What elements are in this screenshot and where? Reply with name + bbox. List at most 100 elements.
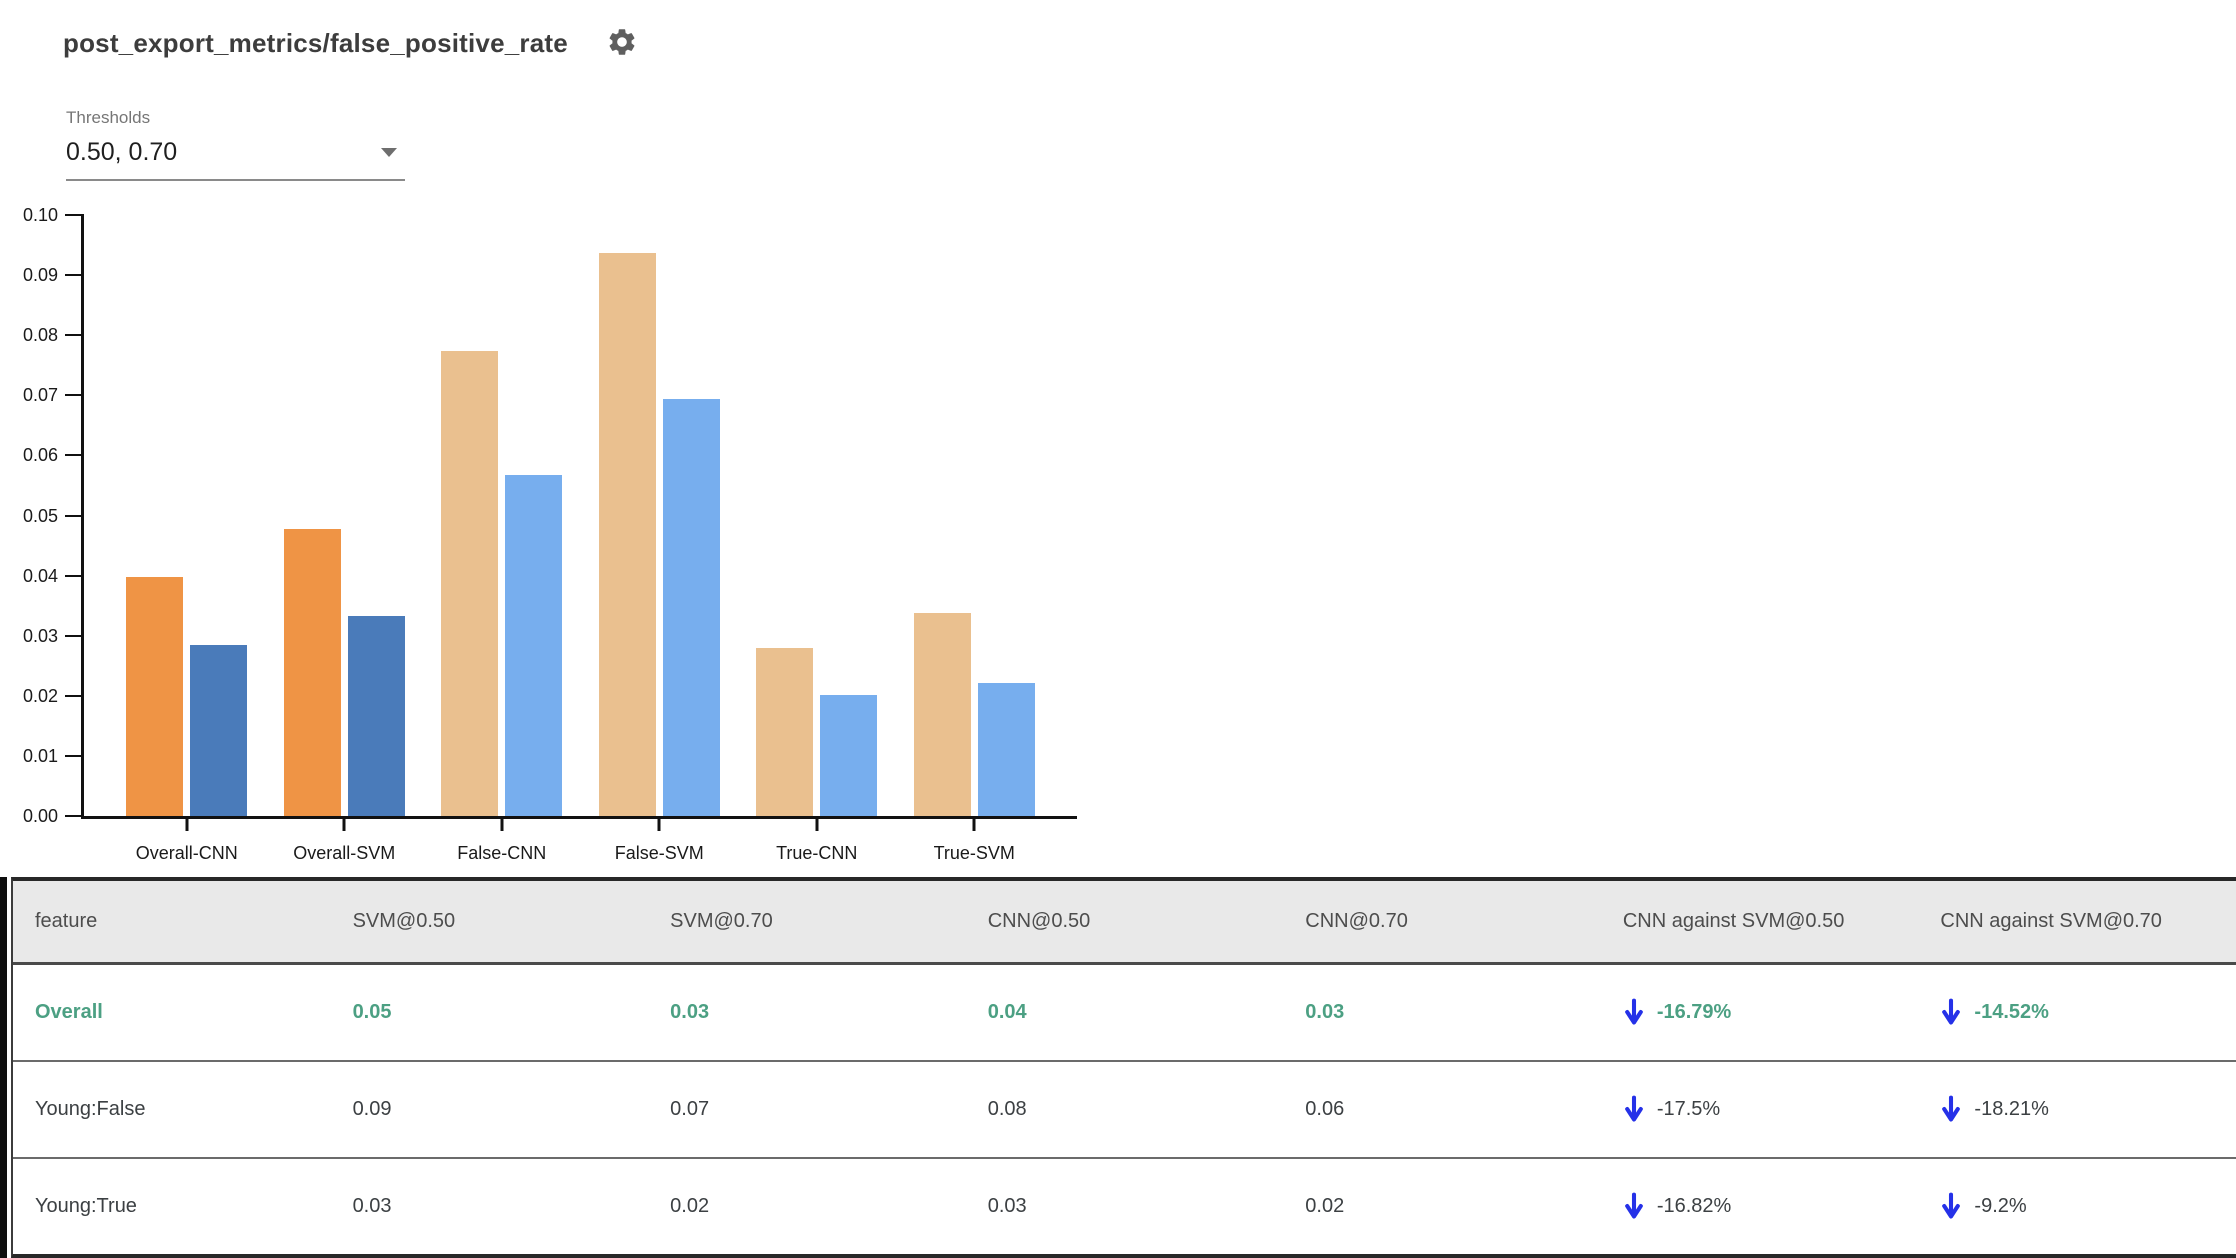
page-title: post_export_metrics/false_positive_rate [63,28,568,58]
bar-true-cnn-threshold-0.50 [756,648,814,816]
bar-group-true-cnn: True-CNN [738,215,896,863]
comparison-cell: -17.5% [1601,1095,1919,1124]
y-tick-label: 0.08 [22,325,58,346]
feature-name: Young:True [35,1195,137,1217]
y-tick-label: 0.09 [22,265,58,286]
comparison-cell: -16.79% [1601,998,1919,1027]
y-tick-label: 0.07 [22,385,58,406]
bar-group-true-svm: True-SVM [896,215,1054,863]
thresholds-dropdown[interactable]: Thresholds 0.50, 0.70 [66,108,405,181]
comparison-value: -16.82% [1656,1195,1732,1217]
feature-name: Young:False [35,1098,146,1120]
bar-overall-cnn-threshold-0.70 [190,645,248,816]
gear-icon [606,29,638,61]
metric-value: 0.06 [1305,1098,1345,1120]
bar-group-false-svm: False-SVM [581,215,739,863]
y-tick-label: 0.03 [22,625,58,646]
metric-value: 0.08 [987,1098,1027,1120]
x-axis-tick [657,819,661,831]
bar-group-overall-cnn: Overall-CNN [108,215,266,863]
y-axis-tick [65,574,84,577]
comparison-cell: -9.2% [1918,1192,2236,1221]
y-axis-tick [65,394,84,397]
bar-overall-svm-threshold-0.50 [283,529,341,816]
y-axis-tick [65,514,84,517]
metric-value: 0.05 [352,1001,392,1023]
comparison-value: -18.21% [1974,1098,2049,1120]
comparison-value: -17.5% [1656,1098,1721,1120]
x-axis-tick [815,819,819,831]
bar-overall-cnn-threshold-0.50 [126,577,184,816]
bar-chart: Overall-CNN Overall-SVM False-CNN False-SVM… [23,205,1077,863]
x-tick-label: Overall-CNN [135,843,238,863]
metric-value: 0.03 [352,1195,392,1217]
column-header-svm-050: SVM@0.50 [352,910,456,932]
comparison-cell: -14.52% [1918,998,2236,1027]
bar-false-cnn-threshold-0.50 [441,351,499,816]
down-arrow-icon [1623,1095,1645,1124]
table-row-young-false: Young:False 0.09 0.07 0.08 0.06 -17.5% -… [13,1060,2236,1157]
y-axis-tick [65,754,84,757]
bar-false-svm-threshold-0.70 [662,399,720,816]
metrics-table: feature SVM@0.50 SVM@0.70 CNN@0.50 CNN@0… [11,877,2236,1258]
down-arrow-icon [1940,1095,1962,1124]
down-arrow-icon [1623,1192,1645,1221]
metric-value: 0.03 [987,1195,1027,1217]
bar-true-svm-threshold-0.70 [977,683,1035,816]
chart-groups: Overall-CNN Overall-SVM False-CNN False-SVM… [84,215,1077,863]
y-tick-label: 0.06 [22,445,58,466]
metric-value: 0.03 [1305,1001,1345,1023]
metric-value: 0.09 [352,1098,392,1120]
table-left-edge [0,877,7,1258]
bar-group-overall-svm: Overall-SVM [266,215,424,863]
down-arrow-icon [1940,1192,1962,1221]
y-tick-label: 0.02 [22,685,58,706]
feature-name: Overall [35,1001,103,1023]
bar-true-cnn-threshold-0.70 [820,695,878,816]
x-axis-tick [185,819,189,831]
metric-value: 0.02 [1305,1195,1345,1217]
metric-value: 0.02 [670,1195,710,1217]
y-tick-label: 0.10 [22,205,58,225]
bar-true-svm-threshold-0.50 [913,613,971,816]
x-axis-tick [972,819,976,831]
metric-value: 0.03 [670,1001,710,1023]
comparison-value: -9.2% [1974,1195,2027,1217]
bar-false-cnn-threshold-0.70 [505,475,563,816]
x-tick-label: True-CNN [776,843,858,863]
metric-value: 0.04 [987,1001,1027,1023]
y-axis-tick [65,815,84,817]
column-header-cnn-050: CNN@0.50 [987,910,1091,932]
x-tick-label: False-CNN [457,843,547,863]
down-arrow-icon [1623,998,1645,1027]
column-header-svm-070: SVM@0.70 [670,910,773,932]
bar-group-false-cnn: False-CNN [423,215,581,863]
table-row-overall: Overall 0.05 0.03 0.04 0.03 -16.79% -14.… [13,965,2236,1060]
column-header-cnn-vs-svm-050: CNN against SVM@0.50 [1622,910,1845,932]
y-tick-label: 0.01 [22,745,58,766]
column-header-feature: feature [35,910,98,932]
settings-button[interactable] [606,26,638,58]
comparison-cell: -16.82% [1601,1192,1919,1221]
down-arrow-icon [1940,998,1962,1027]
comparison-value: -16.79% [1656,1001,1732,1023]
bar-overall-svm-threshold-0.70 [347,616,405,816]
bar-false-svm-threshold-0.50 [598,253,656,816]
y-tick-label: 0.00 [22,806,58,826]
table-row-young-true: Young:True 0.03 0.02 0.03 0.02 -16.82% -… [13,1157,2236,1254]
x-axis-tick [500,819,504,831]
x-tick-label: True-SVM [933,843,1015,863]
column-header-cnn-070: CNN@0.70 [1305,910,1408,932]
y-axis-tick [65,694,84,697]
y-tick-label: 0.05 [22,505,58,526]
table-header-row: feature SVM@0.50 SVM@0.70 CNN@0.50 CNN@0… [13,881,2236,965]
dropdown-caret-icon [381,148,397,157]
y-axis-tick [65,334,84,337]
metric-value: 0.07 [670,1098,710,1120]
column-header-cnn-vs-svm-070: CNN against SVM@0.70 [1940,910,2162,932]
y-axis-tick [65,634,84,637]
y-axis-tick [65,454,84,457]
x-axis-tick [342,819,346,831]
y-tick-label: 0.04 [22,565,58,586]
comparison-value: -14.52% [1974,1001,2049,1023]
